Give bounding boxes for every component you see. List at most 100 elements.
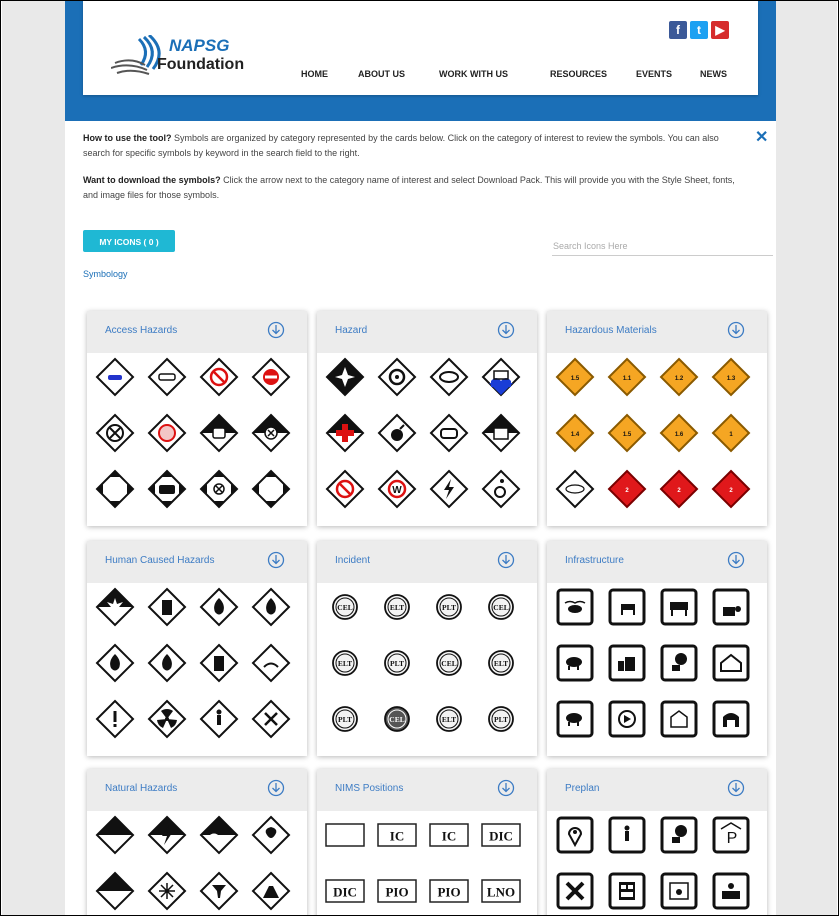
human-building-fire-icon[interactable] (145, 585, 189, 629)
nims-ic-icon[interactable]: IC (375, 813, 419, 857)
hazmat-flammable-solid-icon[interactable]: 2 (657, 467, 701, 511)
incident-cel-icon[interactable]: CEL (323, 585, 367, 629)
nims-pio2-icon[interactable]: PIO (427, 869, 471, 913)
hazmat-flammable-liquid-icon[interactable]: 2 (709, 467, 753, 511)
nims-lno-icon[interactable]: LNO (479, 869, 523, 913)
access-no-vehicle-icon[interactable] (197, 355, 241, 399)
napsg-logo[interactable]: NAPSG Foundation (111, 35, 271, 75)
nims-pio-icon[interactable]: PIO (375, 869, 419, 913)
access-car-icon[interactable] (93, 355, 137, 399)
preplan-parking-icon[interactable]: P (709, 813, 753, 857)
incident-cel2-icon[interactable]: CEL (479, 585, 523, 629)
hazmat-explosives-12-icon[interactable]: 1.2 (657, 355, 701, 399)
card-title[interactable]: Human Caused Hazards (105, 555, 215, 566)
preplan-panel-icon[interactable] (605, 869, 649, 913)
human-person-icon[interactable] (197, 697, 241, 741)
nav-news[interactable]: NEWS (700, 69, 727, 79)
access-open-icon[interactable] (93, 467, 137, 511)
access-bus-icon[interactable] (145, 467, 189, 511)
access-gate-icon[interactable] (249, 467, 293, 511)
access-vehicle-front-icon[interactable] (197, 411, 241, 455)
hazard-explosive-icon[interactable] (375, 411, 419, 455)
incident-plt4-icon[interactable]: PLT (479, 697, 523, 741)
preplan-tools-icon[interactable] (553, 869, 597, 913)
youtube-icon[interactable]: ▶ (711, 21, 729, 39)
preplan-desk-icon[interactable] (709, 869, 753, 913)
card-incident[interactable]: Incident CEL ELT PLT CEL ELT PLT CEL ELT PLT CEL EL… (317, 541, 537, 756)
human-structure-fire-icon[interactable] (197, 641, 241, 685)
natural-hurricane-icon[interactable] (249, 813, 293, 857)
incident-cel3-icon[interactable]: CEL (427, 641, 471, 685)
infra-plant-icon[interactable] (709, 585, 753, 629)
download-arrow-icon[interactable] (267, 779, 285, 797)
access-blocked-icon[interactable] (93, 411, 137, 455)
download-arrow-icon[interactable] (497, 321, 515, 339)
infra-swine-icon[interactable] (553, 697, 597, 741)
hazard-electric-icon[interactable] (479, 411, 523, 455)
natural-tornado-icon[interactable] (197, 869, 241, 913)
download-arrow-icon[interactable] (727, 321, 745, 339)
incident-plt3-icon[interactable]: PLT (323, 697, 367, 741)
hazard-no-fire-icon[interactable] (323, 467, 367, 511)
card-title[interactable]: Hazard (335, 325, 367, 336)
nims-dic-icon[interactable]: DIC (479, 813, 523, 857)
twitter-icon[interactable]: t (690, 21, 708, 39)
hazard-medical-icon[interactable] (323, 411, 367, 455)
incident-elt-icon[interactable]: ELT (375, 585, 419, 629)
search-input[interactable] (552, 237, 773, 256)
download-arrow-icon[interactable] (727, 551, 745, 569)
hazmat-explosives-17-icon[interactable]: 1 (709, 411, 753, 455)
incident-elt4-icon[interactable]: ELT (427, 697, 471, 741)
infra-poultry-icon[interactable] (605, 697, 649, 741)
infra-pig-icon[interactable] (553, 641, 597, 685)
human-radiological-icon[interactable] (145, 697, 189, 741)
hazmat-explosives-14-icon[interactable]: 1.4 (553, 411, 597, 455)
hazard-flood-icon[interactable] (479, 355, 523, 399)
hazard-lightning-icon[interactable] (427, 467, 471, 511)
card-access-hazards[interactable]: Access Hazards (87, 311, 307, 526)
human-warning-icon[interactable] (93, 697, 137, 741)
hazmat-explosives-13-icon[interactable]: 1.3 (709, 355, 753, 399)
card-title[interactable]: Incident (335, 555, 370, 566)
card-title[interactable]: Preplan (565, 783, 599, 794)
card-nims-positions[interactable]: NIMS Positions IC IC DIC DIC PIO PIO LNO (317, 769, 537, 915)
card-hazard[interactable]: Hazard W (317, 311, 537, 526)
hazmat-flammable-gas-icon[interactable]: 2 (605, 467, 649, 511)
access-restricted-icon[interactable] (145, 411, 189, 455)
card-infrastructure[interactable]: Infrastructure (547, 541, 767, 756)
hazard-weather-icon[interactable]: W (375, 467, 419, 511)
human-fire-icon[interactable] (197, 585, 241, 629)
download-arrow-icon[interactable] (727, 779, 745, 797)
human-vehicle-fire-icon[interactable] (249, 585, 293, 629)
preplan-location-icon[interactable] (553, 813, 597, 857)
human-spill-icon[interactable] (249, 641, 293, 685)
infra-fish-icon[interactable] (553, 585, 597, 629)
card-title[interactable]: Natural Hazards (105, 783, 177, 794)
hazmat-explosives-11-icon[interactable]: 1.1 (605, 355, 649, 399)
access-closed-icon[interactable] (249, 411, 293, 455)
hazmat-blasting-agents-icon[interactable]: 1.5 (553, 355, 597, 399)
infra-silo-icon[interactable] (657, 697, 701, 741)
close-icon[interactable]: ✕ (755, 127, 768, 147)
preplan-shelter-icon[interactable] (605, 813, 649, 857)
facebook-icon[interactable]: f (669, 21, 687, 39)
nav-events[interactable]: EVENTS (636, 69, 672, 79)
hazmat-chlorine-icon[interactable] (553, 467, 597, 511)
nav-about-us[interactable]: ABOUT US (358, 69, 405, 79)
card-human-caused-hazards[interactable]: Human Caused Hazards (87, 541, 307, 756)
download-arrow-icon[interactable] (497, 779, 515, 797)
hazard-drugs-icon[interactable] (427, 355, 471, 399)
natural-snow-icon[interactable] (145, 869, 189, 913)
nav-home[interactable]: HOME (301, 69, 328, 79)
card-preplan[interactable]: Preplan P (547, 769, 767, 915)
infra-farm-icon[interactable] (605, 641, 649, 685)
download-arrow-icon[interactable] (267, 321, 285, 339)
card-title[interactable]: Infrastructure (565, 555, 624, 566)
my-icons-button[interactable]: MY ICONS ( 0 ) (83, 230, 175, 252)
human-sabotage-icon[interactable] (249, 697, 293, 741)
hazard-accessibility-icon[interactable] (479, 467, 523, 511)
download-arrow-icon[interactable] (267, 551, 285, 569)
download-arrow-icon[interactable] (497, 551, 515, 569)
card-title[interactable]: NIMS Positions (335, 783, 403, 794)
infra-orchard-icon[interactable] (657, 641, 701, 685)
